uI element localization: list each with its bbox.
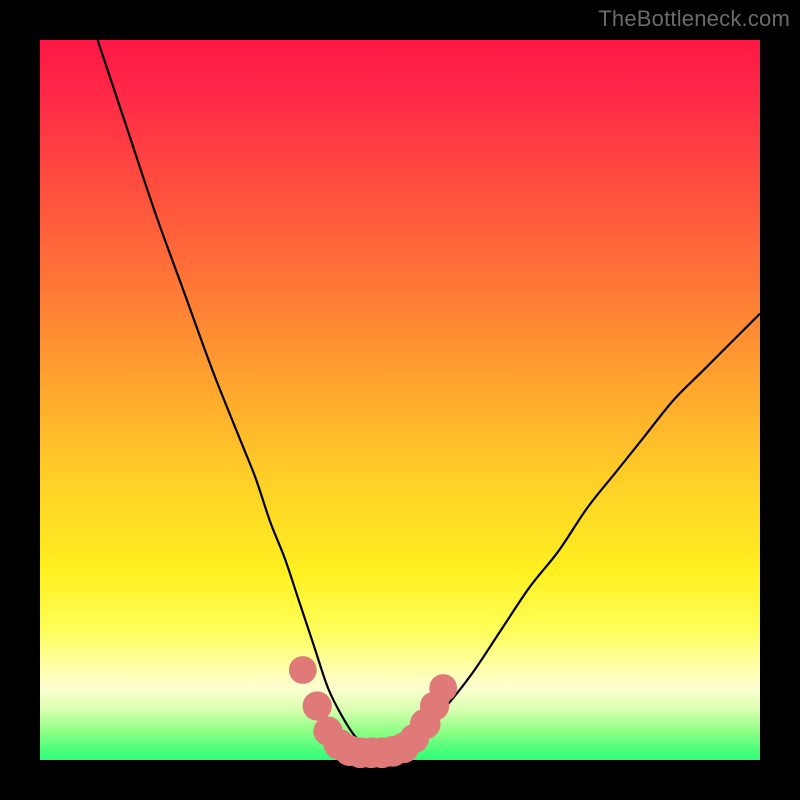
curve-svg [40, 40, 760, 760]
plot-area [40, 40, 760, 760]
curve-marker [429, 674, 457, 702]
curve-markers [289, 656, 457, 768]
curve-marker [303, 691, 332, 720]
bottleneck-curve [98, 40, 760, 753]
watermark-text: TheBottleneck.com [598, 6, 790, 32]
curve-marker [289, 656, 317, 684]
chart-frame: TheBottleneck.com [0, 0, 800, 800]
